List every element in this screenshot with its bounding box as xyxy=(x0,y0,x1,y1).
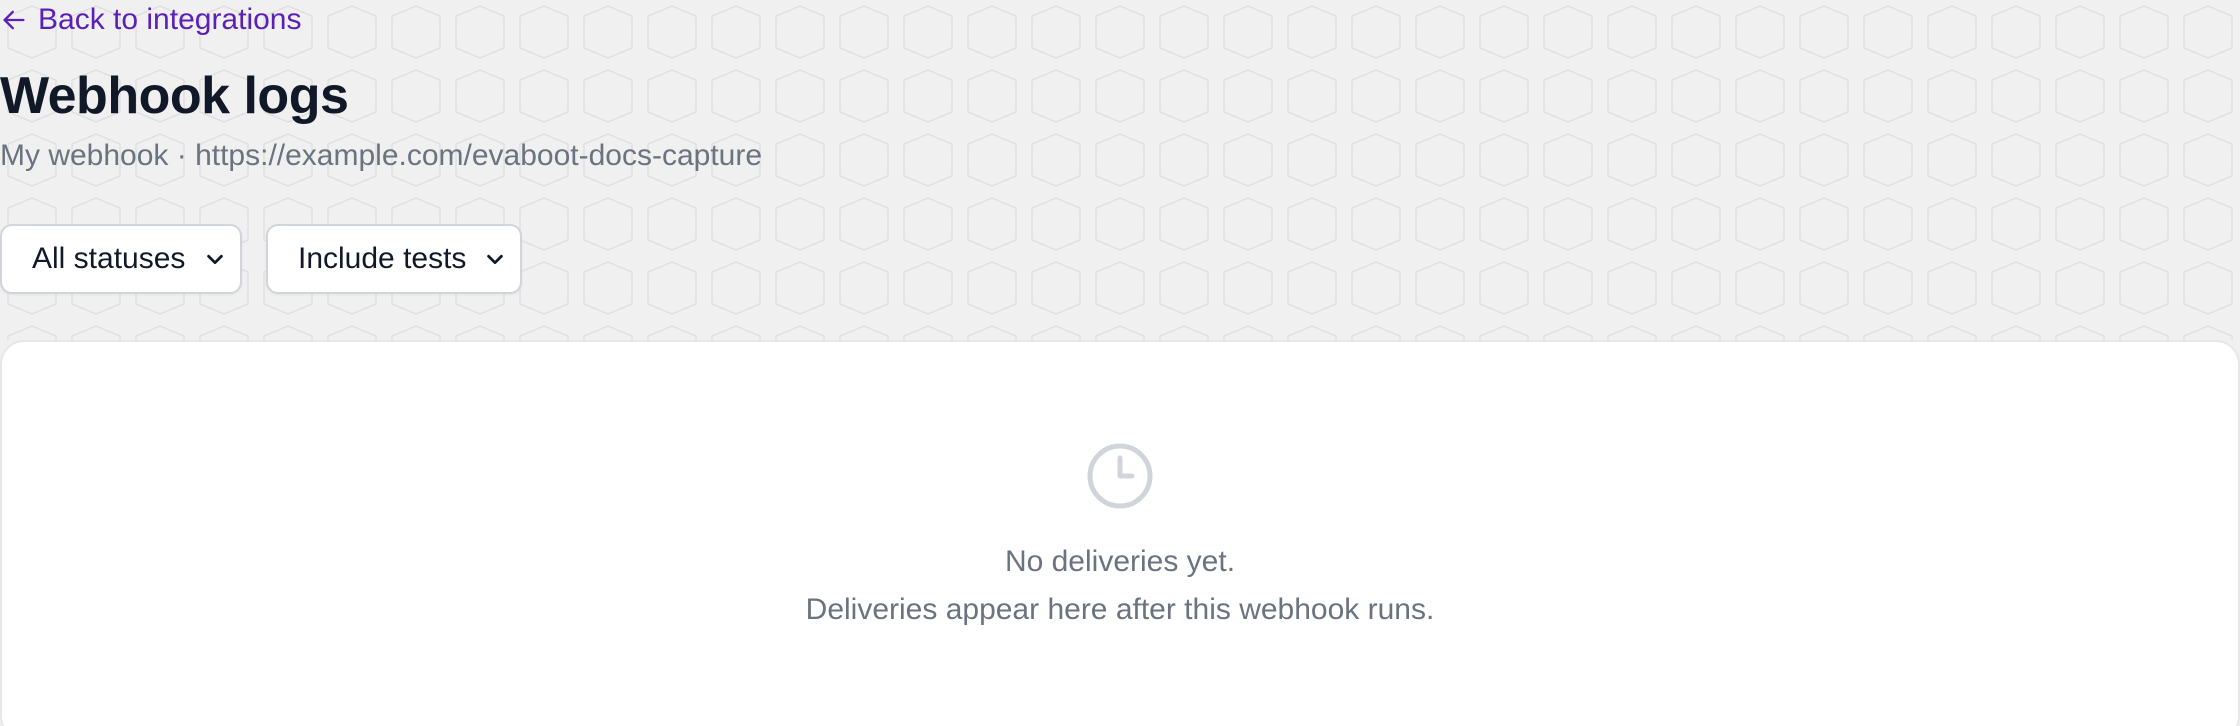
clock-icon xyxy=(1086,442,1154,510)
back-link-label: Back to integrations xyxy=(38,3,302,36)
arrow-left-icon xyxy=(0,6,28,34)
chevron-down-icon xyxy=(484,248,506,270)
status-filter-value: All statuses xyxy=(32,242,186,275)
empty-state-description: Deliveries appear here after this webhoo… xyxy=(805,593,1435,626)
empty-state-title: No deliveries yet. xyxy=(1004,545,1236,578)
filters-bar: All statuses Include tests xyxy=(0,224,522,294)
tests-filter-value: Include tests xyxy=(298,242,467,275)
deliveries-panel xyxy=(0,340,2240,726)
page-title: Webhook logs xyxy=(0,67,349,125)
chevron-down-icon xyxy=(204,248,226,270)
webhook-subtitle: My webhook · https://example.com/evaboot… xyxy=(0,139,763,172)
back-to-integrations-link[interactable]: Back to integrations xyxy=(0,0,301,40)
page-content: Back to integrations Webhook logs My web… xyxy=(0,0,2240,726)
status-filter-select[interactable]: All statuses xyxy=(0,224,242,294)
tests-filter-select[interactable]: Include tests xyxy=(266,224,522,294)
